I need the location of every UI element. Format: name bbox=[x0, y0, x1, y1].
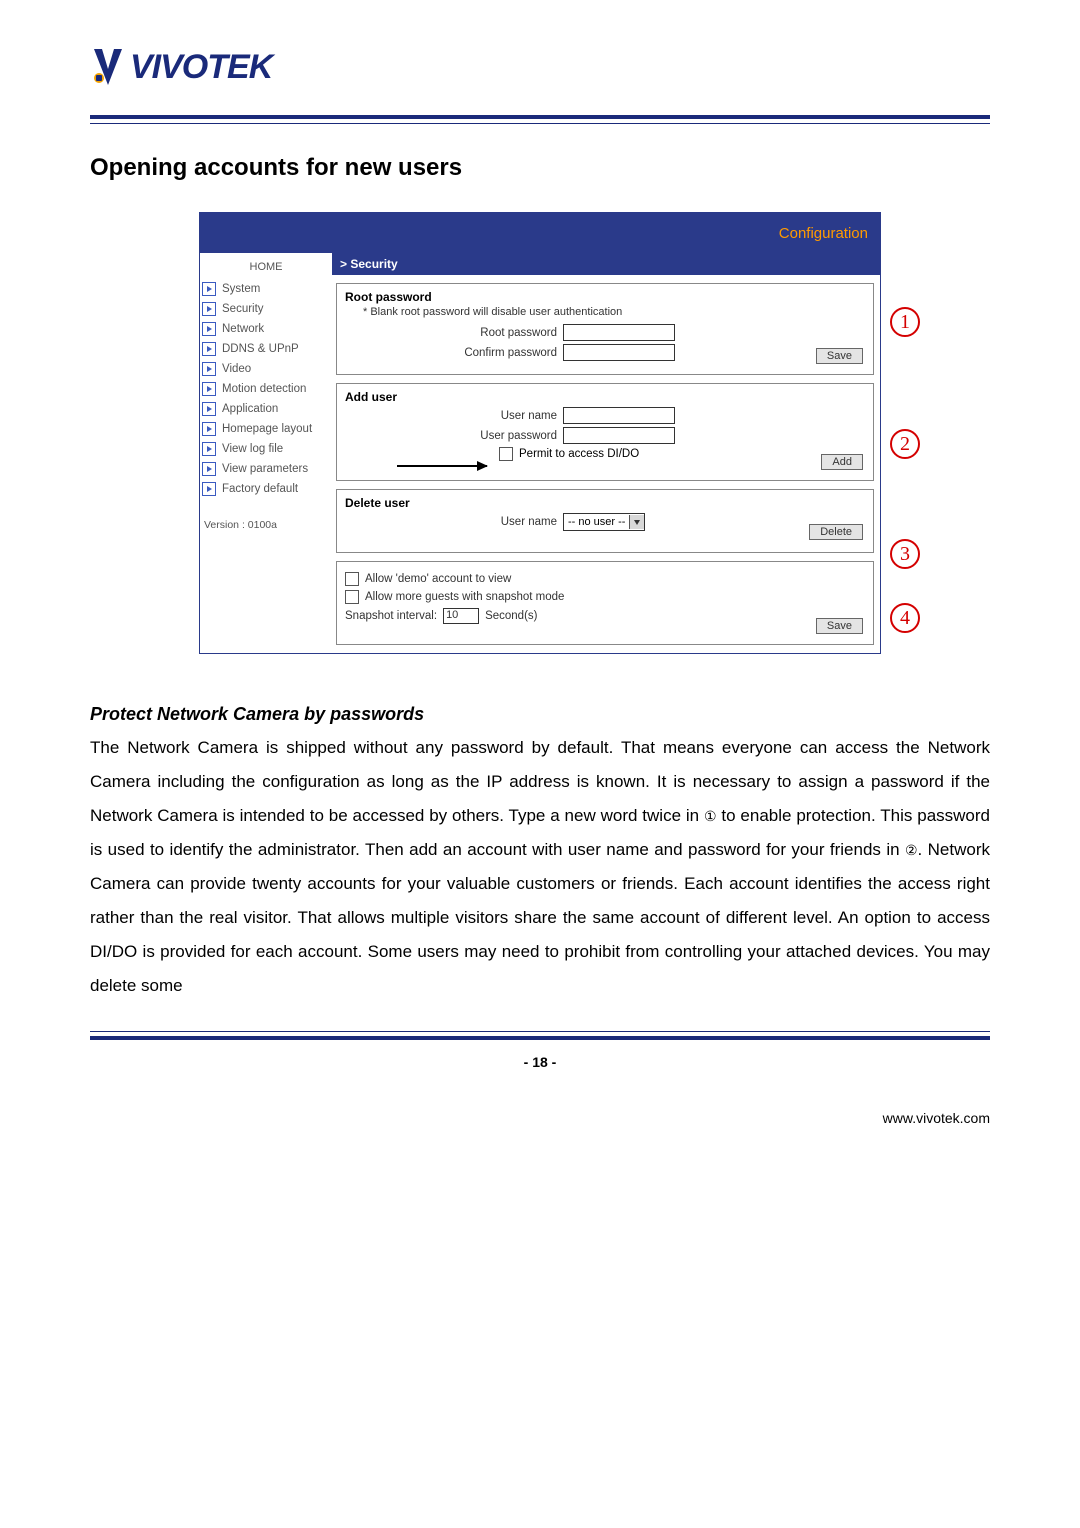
sidebar-home[interactable]: HOME bbox=[200, 253, 332, 279]
delete-user-section: Delete user User name -- no user -- Dele… bbox=[336, 489, 874, 553]
sidebar-item-label: View log file bbox=[222, 443, 283, 455]
allow-snapshot-checkbox[interactable] bbox=[345, 590, 359, 604]
snapshot-interval-input[interactable]: 10 bbox=[443, 608, 479, 624]
sidebar-item-video[interactable]: Video bbox=[200, 359, 332, 379]
sidebar-item-label: Application bbox=[222, 403, 278, 415]
allow-snapshot-label: Allow more guests with snapshot mode bbox=[365, 591, 564, 603]
sidebar-item-system[interactable]: System bbox=[200, 279, 332, 299]
arrow-icon bbox=[202, 462, 216, 476]
root-password-label: Root password bbox=[345, 327, 557, 339]
sidebar-item-label: Security bbox=[222, 303, 264, 315]
sidebar-item-label: Network bbox=[222, 323, 264, 335]
sidebar-version: Version : 0100a bbox=[200, 499, 332, 541]
reference-2: ② bbox=[905, 836, 918, 864]
arrow-icon bbox=[202, 362, 216, 376]
delete-user-select-value: -- no user -- bbox=[568, 516, 625, 528]
body-text-c: . Network Camera can provide twenty acco… bbox=[90, 840, 990, 995]
allow-demo-label: Allow 'demo' account to view bbox=[365, 573, 511, 585]
delete-user-select[interactable]: -- no user -- bbox=[563, 513, 645, 531]
add-user-button[interactable]: Add bbox=[821, 454, 863, 470]
subheading: Protect Network Camera by passwords bbox=[90, 704, 990, 725]
configuration-screenshot: Configuration HOME System Security Netwo… bbox=[199, 212, 881, 654]
sidebar-item-ddns-upnp[interactable]: DDNS & UPnP bbox=[200, 339, 332, 359]
footer-rule bbox=[90, 1031, 990, 1040]
sidebar-item-factory-default[interactable]: Factory default bbox=[200, 479, 332, 499]
add-user-name-label: User name bbox=[345, 410, 557, 422]
add-user-name-input[interactable] bbox=[563, 407, 675, 424]
document-page: VIVOTEK Opening accounts for new users C… bbox=[0, 0, 1080, 1136]
sidebar-item-label: System bbox=[222, 283, 260, 295]
annotation-pointer-icon bbox=[397, 465, 487, 467]
page-number: - 18 - bbox=[90, 1054, 990, 1070]
arrow-icon bbox=[202, 402, 216, 416]
permit-dido-checkbox[interactable] bbox=[499, 447, 513, 461]
root-password-input[interactable] bbox=[563, 324, 675, 341]
reference-1: ① bbox=[704, 802, 717, 830]
delete-user-name-label: User name bbox=[345, 516, 557, 528]
arrow-icon bbox=[202, 442, 216, 456]
arrow-icon bbox=[202, 382, 216, 396]
arrow-icon bbox=[202, 342, 216, 356]
root-password-note: * Blank root password will disable user … bbox=[363, 306, 865, 318]
sidebar-item-label: Factory default bbox=[222, 483, 298, 495]
sidebar-item-label: View parameters bbox=[222, 463, 308, 475]
add-user-legend: Add user bbox=[345, 390, 865, 404]
sidebar-item-security[interactable]: Security bbox=[200, 299, 332, 319]
arrow-icon bbox=[202, 282, 216, 296]
sidebar-item-view-log-file[interactable]: View log file bbox=[200, 439, 332, 459]
delete-user-legend: Delete user bbox=[345, 496, 865, 510]
root-password-section: Root password * Blank root password will… bbox=[336, 283, 874, 375]
footer-url: www.vivotek.com bbox=[90, 1110, 990, 1126]
guest-section: Allow 'demo' account to view Allow more … bbox=[336, 561, 874, 645]
sidebar-item-label: Homepage layout bbox=[222, 423, 312, 435]
annotation-4: 4 bbox=[890, 603, 920, 633]
allow-demo-checkbox[interactable] bbox=[345, 572, 359, 586]
config-header-label: Configuration bbox=[779, 225, 868, 242]
annotation-1: 1 bbox=[890, 307, 920, 337]
save-root-password-button[interactable]: Save bbox=[816, 348, 863, 364]
logo-mark-icon bbox=[90, 45, 126, 87]
confirm-password-input[interactable] bbox=[563, 344, 675, 361]
sidebar-item-network[interactable]: Network bbox=[200, 319, 332, 339]
confirm-password-label: Confirm password bbox=[345, 347, 557, 359]
arrow-icon bbox=[202, 482, 216, 496]
breadcrumb: > Security bbox=[332, 253, 880, 275]
body-paragraph: The Network Camera is shipped without an… bbox=[90, 731, 990, 1003]
sidebar-item-label: DDNS & UPnP bbox=[222, 343, 299, 355]
permit-dido-label: Permit to access DI/DO bbox=[519, 448, 639, 460]
logo-block: VIVOTEK bbox=[90, 45, 990, 87]
vivotek-logo: VIVOTEK bbox=[90, 45, 272, 87]
sidebar-item-label: Motion detection bbox=[222, 383, 306, 395]
sidebar-item-view-parameters[interactable]: View parameters bbox=[200, 459, 332, 479]
add-user-section: Add user User name User password Permit … bbox=[336, 383, 874, 481]
add-user-password-label: User password bbox=[345, 430, 557, 442]
config-header: Configuration bbox=[200, 213, 880, 253]
chevron-down-icon bbox=[629, 515, 644, 529]
sidebar-item-homepage-layout[interactable]: Homepage layout bbox=[200, 419, 332, 439]
sidebar-item-motion-detection[interactable]: Motion detection bbox=[200, 379, 332, 399]
sidebar-item-label: Video bbox=[222, 363, 251, 375]
snapshot-interval-label-b: Second(s) bbox=[485, 610, 537, 622]
page-title: Opening accounts for new users bbox=[90, 154, 990, 182]
root-password-legend: Root password bbox=[345, 290, 865, 304]
save-guest-button[interactable]: Save bbox=[816, 618, 863, 634]
arrow-icon bbox=[202, 422, 216, 436]
delete-user-button[interactable]: Delete bbox=[809, 524, 863, 540]
sidebar: HOME System Security Network DDNS & UPnP… bbox=[200, 253, 332, 551]
annotation-2: 2 bbox=[890, 429, 920, 459]
sidebar-item-application[interactable]: Application bbox=[200, 399, 332, 419]
arrow-icon bbox=[202, 302, 216, 316]
add-user-password-input[interactable] bbox=[563, 427, 675, 444]
header-rule bbox=[90, 115, 990, 124]
arrow-icon bbox=[202, 322, 216, 336]
logo-text: VIVOTEK bbox=[130, 48, 272, 87]
main-area: > Security Root password * Blank root pa… bbox=[332, 253, 880, 653]
snapshot-interval-label-a: Snapshot interval: bbox=[345, 610, 437, 622]
annotation-3: 3 bbox=[890, 539, 920, 569]
